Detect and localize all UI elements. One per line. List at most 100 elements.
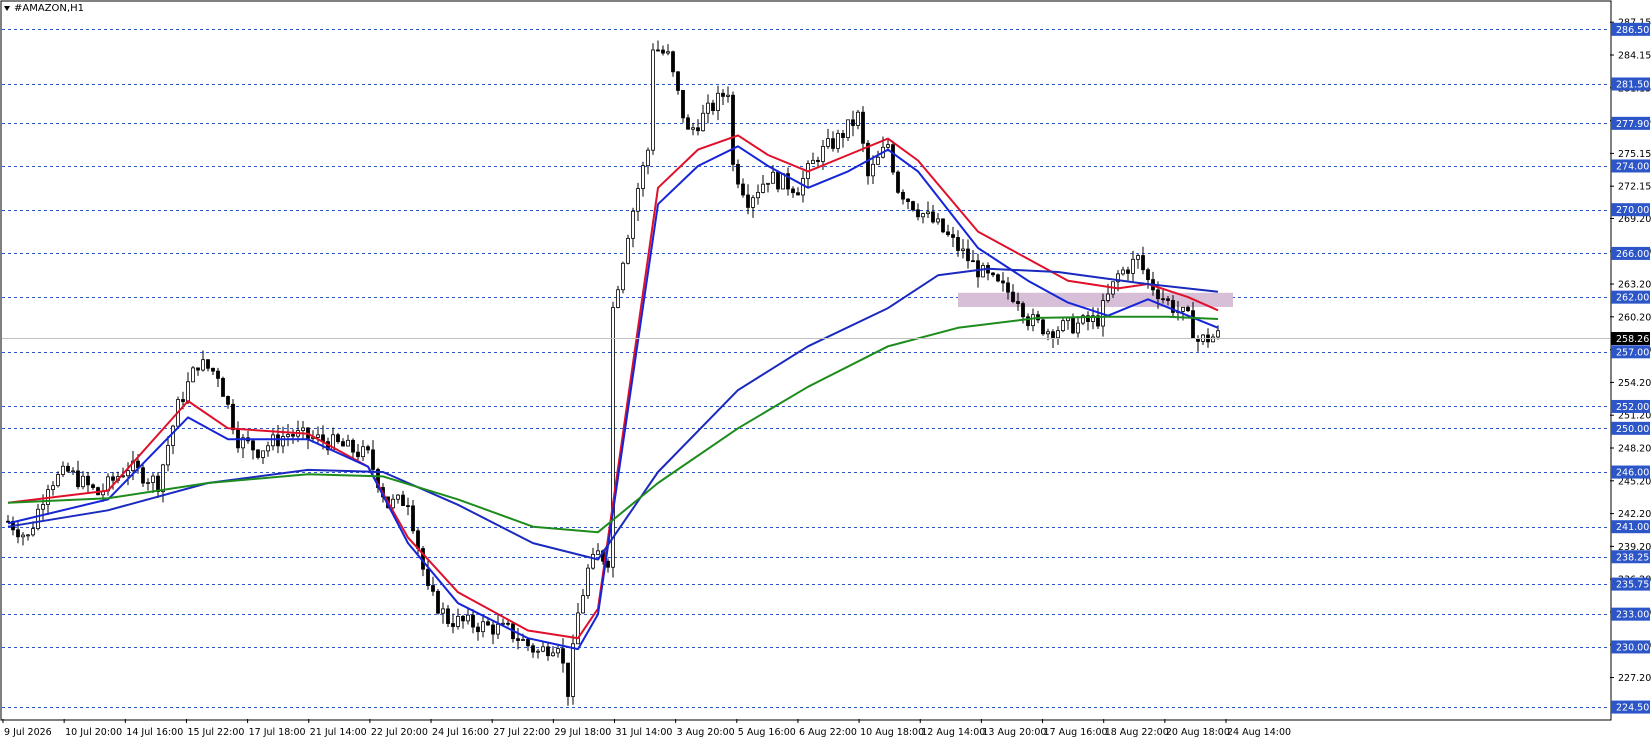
candle-body	[401, 494, 405, 506]
x-tick-label: 3 Aug 20:00	[677, 727, 735, 738]
candle-body	[701, 112, 705, 132]
candle-body	[86, 475, 90, 486]
x-tick-label: 18 Aug 22:00	[1105, 727, 1169, 738]
candle-body	[261, 450, 265, 458]
candle-body	[671, 51, 675, 73]
candle-body	[921, 213, 925, 218]
candle-body	[536, 650, 540, 653]
candle-body	[731, 94, 735, 165]
candle-body	[301, 427, 305, 431]
candle-body	[506, 622, 510, 625]
supply-zone	[958, 292, 1233, 307]
price-chart[interactable]: 287.15284.15281.15278.15275.15272.15269.…	[0, 0, 1652, 746]
candle-body	[66, 465, 70, 472]
candle-body	[696, 127, 700, 132]
candle-body	[341, 441, 345, 447]
candle-body	[496, 623, 500, 635]
candle-body	[416, 530, 420, 549]
candle-body	[1051, 331, 1055, 339]
candle-body	[566, 662, 570, 697]
candle-body	[651, 49, 655, 151]
candle-body	[316, 434, 320, 438]
candle-body	[891, 144, 895, 173]
candle-body	[1131, 258, 1135, 274]
candle-body	[716, 92, 720, 111]
candle-body	[171, 425, 175, 446]
y-tick-label: 242.20	[1618, 509, 1651, 520]
level-label: 246.00	[1616, 468, 1649, 479]
candle-body	[836, 133, 840, 149]
candle-body	[626, 237, 630, 264]
x-tick-label: 24 Jul 16:00	[432, 727, 489, 738]
candle-body	[941, 218, 945, 233]
y-tick-label: 227.20	[1618, 673, 1651, 684]
candle-body	[371, 449, 375, 470]
candle-body	[641, 165, 645, 189]
candle-body	[591, 553, 595, 569]
candle-body	[791, 188, 795, 194]
candle-body	[616, 289, 620, 308]
candle-body	[761, 183, 765, 193]
x-tick-label: 20 Aug 18:00	[1166, 727, 1230, 738]
candle-body	[816, 159, 820, 162]
candle-body	[916, 209, 920, 218]
level-label: 224.50	[1616, 703, 1649, 714]
level-label: 270.00	[1616, 205, 1649, 216]
candle-body	[856, 111, 860, 126]
candle-body	[826, 138, 830, 147]
candle-body	[1136, 255, 1140, 260]
candle-body	[691, 127, 695, 130]
candle-body	[1121, 269, 1125, 275]
candle-body	[1006, 282, 1010, 293]
candle-body	[51, 485, 55, 491]
candle-body	[56, 474, 60, 487]
candle-body	[6, 520, 10, 523]
candle-body	[1191, 310, 1195, 339]
x-tick-label: 12 Aug 14:00	[921, 727, 985, 738]
candle-body	[841, 133, 845, 138]
level-label: 238.25	[1616, 552, 1649, 563]
candle-body	[111, 476, 115, 481]
level-label: 281.50	[1616, 79, 1649, 90]
candle-body	[141, 467, 145, 484]
candle-body	[526, 639, 530, 647]
candle-body	[26, 534, 30, 537]
candle-body	[1181, 306, 1185, 312]
candle-body	[1011, 291, 1015, 302]
candle-body	[201, 359, 205, 371]
candle-body	[1016, 301, 1020, 304]
candle-body	[811, 159, 815, 164]
candle-body	[606, 560, 610, 568]
candle-body	[516, 638, 520, 641]
candle-body	[871, 163, 875, 177]
candle-body	[191, 367, 195, 383]
x-tick-label: 9 Jul 2026	[4, 727, 52, 738]
x-tick-label: 31 Jul 14:00	[616, 727, 673, 738]
candle-body	[151, 475, 155, 483]
candle-body	[76, 470, 80, 488]
candle-body	[446, 608, 450, 624]
candle-body	[981, 265, 985, 278]
candle-body	[291, 434, 295, 437]
candle-body	[1106, 293, 1110, 301]
candle-body	[146, 482, 150, 484]
candle-body	[756, 191, 760, 199]
x-tick-label: 10 Aug 18:00	[860, 727, 924, 738]
level-label: 235.75	[1616, 580, 1649, 591]
candle-body	[1141, 255, 1145, 271]
candle-body	[61, 465, 65, 475]
candle-body	[71, 470, 75, 473]
candle-body	[1041, 319, 1045, 335]
candle-body	[1056, 330, 1060, 339]
x-tick-label: 22 Jul 20:00	[371, 727, 428, 738]
candle-body	[81, 475, 85, 488]
dropdown-icon[interactable]	[4, 5, 10, 11]
candle-body	[396, 494, 400, 500]
candle-body	[196, 367, 200, 371]
candle-body	[661, 49, 665, 54]
candle-body	[991, 272, 995, 276]
candle-body	[336, 434, 340, 443]
x-tick-label: 5 Aug 16:00	[738, 727, 796, 738]
candle-body	[821, 146, 825, 162]
candle-body	[926, 211, 930, 215]
